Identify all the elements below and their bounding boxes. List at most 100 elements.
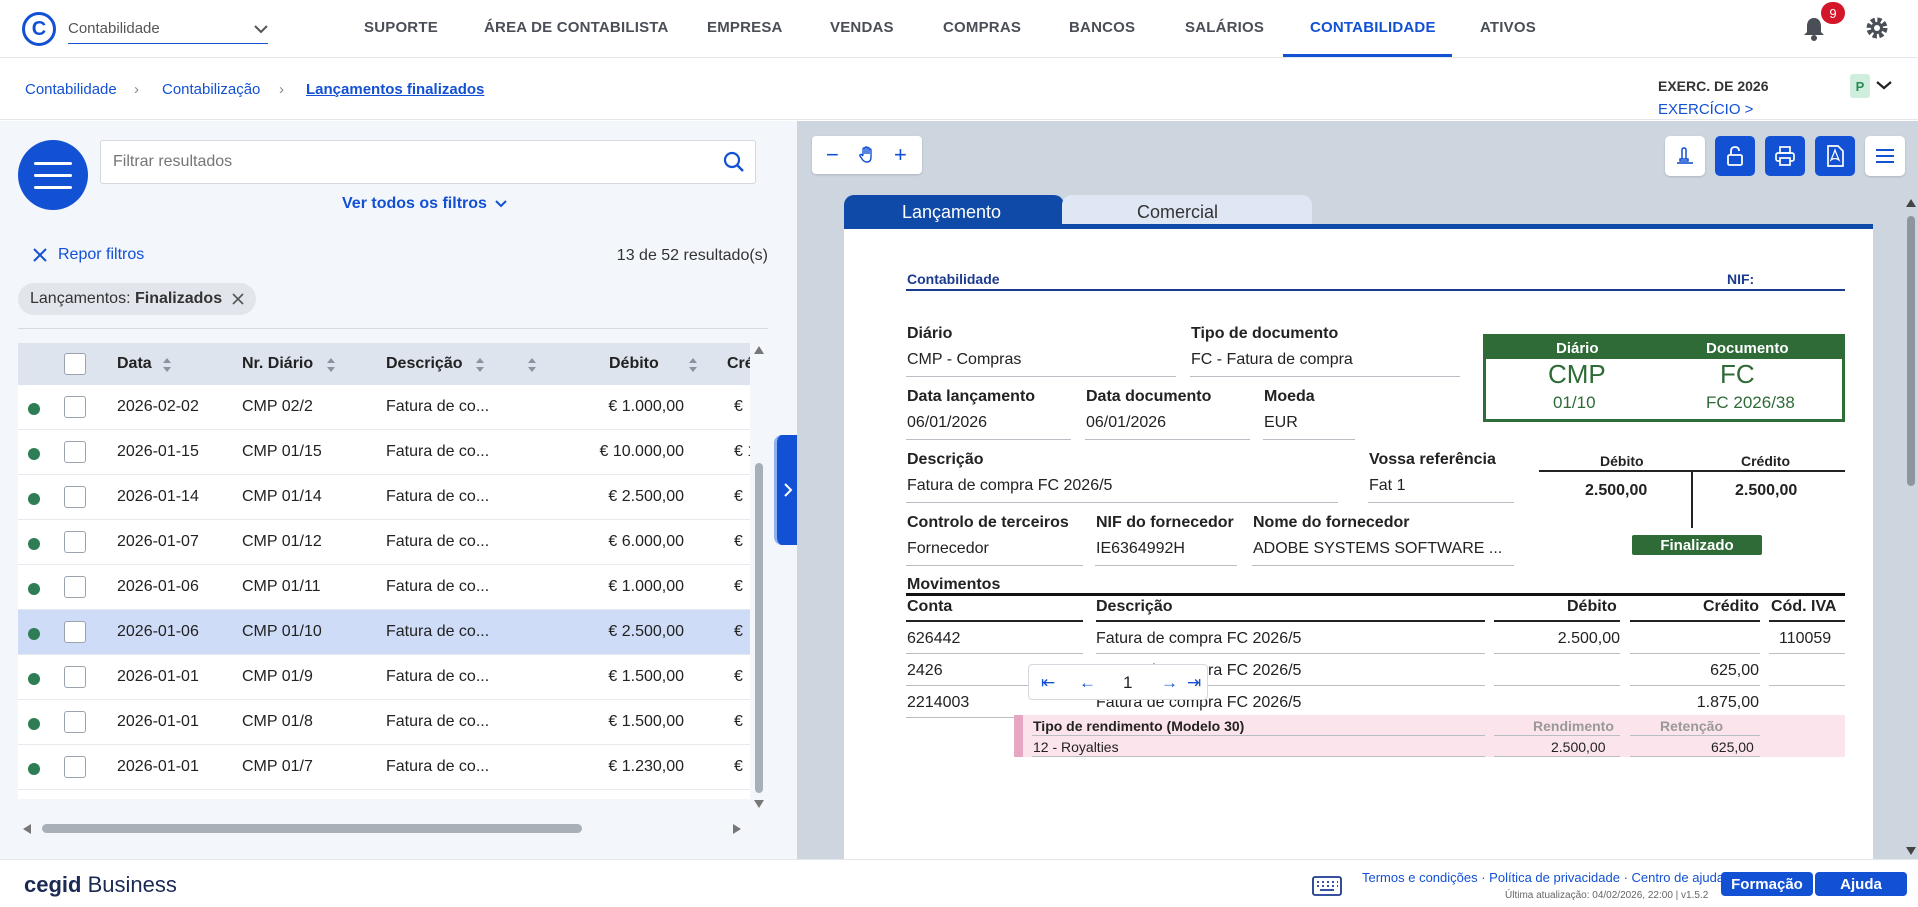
breadcrumb-current[interactable]: Lançamentos finalizados [306,81,484,98]
scroll-down-icon[interactable] [753,799,765,809]
nav-bancos[interactable]: BANCOS [1069,19,1135,36]
row-checkbox[interactable] [64,576,86,598]
gear-icon[interactable] [1864,15,1890,41]
nav-empresa[interactable]: EMPRESA [707,19,783,36]
scroll-up-icon[interactable] [753,345,765,355]
field-vossa-referencia: Fat 1 [1369,477,1406,494]
table-vertical-scrollbar[interactable] [751,343,767,808]
row-checkbox[interactable] [64,486,86,508]
sign-button[interactable] [1665,136,1705,176]
table-row[interactable]: 2026-01-01 CMP 01/8 Fatura de co... € 1.500… [18,700,750,745]
scroll-down-icon[interactable] [1905,846,1917,856]
nav-salarios[interactable]: SALÁRIOS [1185,19,1264,36]
rendimento-col-retencao: Retenção [1660,718,1724,734]
table-row[interactable]: 2026-01-01CMP 01/6Fatura de co...€ 20.00… [18,790,750,799]
column-header-descricao[interactable]: Descrição [386,355,463,373]
zoom-in-icon[interactable]: + [894,142,907,168]
scroll-up-icon[interactable] [1905,198,1917,208]
breadcrumb-contabilidade[interactable]: Contabilidade [25,81,117,98]
module-selector[interactable]: Contabilidade [68,14,268,44]
breadcrumb-separator: › [279,81,284,98]
row-checkbox[interactable] [64,621,86,643]
cell-data: 2026-02-02 [117,398,199,415]
scroll-left-icon[interactable] [22,823,32,835]
scrollbar-thumb[interactable] [755,463,763,793]
nav-vendas[interactable]: VENDAS [830,19,894,36]
nav-area-contabilista[interactable]: ÁREA DE CONTABILISTA [484,19,669,36]
search-icon[interactable] [723,151,745,173]
column-header-nr-diario[interactable]: Nr. Diário [242,355,313,373]
row-checkbox[interactable] [64,711,86,733]
scrollbar-thumb[interactable] [42,824,582,833]
first-page-icon[interactable]: ⇤ [1041,673,1055,693]
cell-credito: € [734,578,743,595]
top-bar: C Contabilidade SUPORTE ÁREA DE CONTABIL… [0,0,1918,58]
nav-suporte[interactable]: SUPORTE [364,19,438,36]
column-header-debito[interactable]: Débito [609,355,659,373]
row-checkbox[interactable] [64,666,86,688]
scroll-right-icon[interactable] [732,823,742,835]
status-dot [28,493,40,505]
row-checkbox[interactable] [64,396,86,418]
footer-links[interactable]: Termos e condições · Política de privaci… [1362,870,1724,885]
current-page[interactable]: 1 [1123,673,1132,693]
nav-compras[interactable]: COMPRAS [943,19,1021,36]
table-row[interactable]: 2026-01-06 CMP 01/11 Fatura de co... € 1.00… [18,565,750,610]
all-filters-toggle[interactable]: Ver todos os filtros [342,195,507,213]
column-header-credito[interactable]: Cré [727,355,750,373]
keyboard-icon[interactable] [1312,876,1342,896]
table-row[interactable]: 2026-01-15 CMP 01/15 Fatura de co... € 10.0… [18,430,750,475]
table-row[interactable]: 2026-01-06 CMP 01/10 Fatura de co... € 2.50… [18,610,750,655]
select-all-checkbox[interactable] [64,353,86,375]
label-controlo-terceiros: Controlo de terceiros [907,514,1069,531]
hand-icon[interactable] [857,145,877,165]
help-button[interactable]: Ajuda [1815,872,1907,896]
movimentos-title: Movimentos [907,576,1001,593]
more-options-button[interactable] [1865,136,1905,176]
sort-icon[interactable] [326,357,336,373]
last-page-icon[interactable]: ⇥ [1187,673,1201,693]
summary-documento-label: Documento [1706,340,1789,357]
exercise-selector[interactable]: EXERCÍCIO > EXERC. DE 2026 [1658,78,1769,118]
row-checkbox[interactable] [64,531,86,553]
nav-contabilidade[interactable]: CONTABILIDADE [1310,19,1436,36]
scrollbar-thumb[interactable] [1907,216,1915,486]
sort-icon[interactable] [527,357,537,373]
cell-data: 2026-01-07 [117,533,199,550]
sort-icon[interactable] [475,357,485,373]
training-button[interactable]: Formação [1721,872,1813,896]
app-logo[interactable]: C [22,12,56,46]
table-row[interactable]: 2026-01-01 CMP 01/9 Fatura de co... € 1.500… [18,655,750,700]
bell-icon[interactable] [1802,16,1826,42]
filter-input[interactable] [113,153,693,171]
table-row[interactable]: 2026-01-07 CMP 01/12 Fatura de co... € 6.00… [18,520,750,565]
column-header-data[interactable]: Data [117,355,152,373]
pdf-button[interactable] [1815,136,1855,176]
table-row[interactable]: 2026-01-14 CMP 01/14 Fatura de co... € 2.50… [18,475,750,520]
close-icon[interactable] [232,293,244,305]
zoom-out-icon[interactable]: − [826,142,839,168]
collapse-panel-handle[interactable] [774,435,798,545]
table-row[interactable]: 2026-02-02 CMP 02/2 Fatura de co... € 1.000… [18,385,750,430]
row-checkbox[interactable] [64,756,86,778]
previous-page-icon[interactable]: ← [1079,673,1096,693]
unlock-button[interactable] [1715,136,1755,176]
table-row[interactable]: 2026-01-01 CMP 01/7 Fatura de co... € 1.230… [18,745,750,790]
reset-filters-button[interactable]: Repor filtros [32,246,144,264]
next-page-icon[interactable]: → [1161,673,1178,693]
breadcrumb-separator: › [134,81,139,98]
row-checkbox[interactable] [64,441,86,463]
chevron-down-icon[interactable] [1876,80,1892,90]
menu-button[interactable] [18,140,88,210]
sort-icon[interactable] [162,357,172,373]
table-horizontal-scrollbar[interactable] [18,820,750,836]
nav-ativos[interactable]: ATIVOS [1480,19,1536,36]
sort-icon[interactable] [688,357,698,373]
totals-credito-label: Crédito [1741,453,1790,469]
cell-debito: € 2.500,00 [608,623,684,640]
breadcrumb-contabilizacao[interactable]: Contabilização [162,81,260,98]
print-button[interactable] [1765,136,1805,176]
document-vertical-scrollbar[interactable] [1904,196,1918,864]
status-dot [28,583,40,595]
rendimento-valor: 2.500,00 [1551,739,1606,755]
